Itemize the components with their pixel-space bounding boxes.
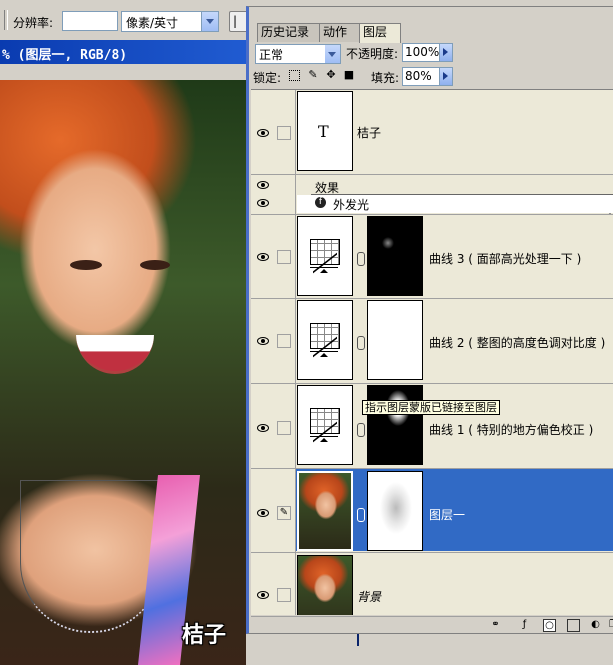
blend-mode-select[interactable]: 正常 bbox=[255, 44, 341, 64]
curves-icon bbox=[310, 323, 340, 349]
tab-history[interactable]: 历史记录 bbox=[257, 23, 321, 42]
row-divider bbox=[251, 383, 613, 384]
brush-lock-icon[interactable]: ✎ bbox=[307, 69, 319, 81]
effect-icon: f bbox=[315, 197, 326, 208]
eye-icon[interactable] bbox=[256, 336, 270, 346]
layer-name: 曲线 2 ( 整图的高度色调对比度 ) bbox=[429, 336, 606, 350]
text-layer-glyph: T bbox=[318, 122, 329, 141]
curves-base-icon bbox=[310, 436, 338, 443]
curves-adjustment-thumbnail bbox=[297, 300, 353, 380]
eye-icon[interactable] bbox=[256, 508, 270, 518]
layer-mask-thumbnail[interactable] bbox=[367, 300, 423, 380]
photo-smile bbox=[76, 335, 154, 374]
curves-adjustment-thumbnail bbox=[297, 385, 353, 465]
fill-value: 80% bbox=[405, 69, 432, 83]
opacity-label: 不透明度: bbox=[346, 47, 399, 61]
layer-name: 背景 bbox=[357, 590, 382, 604]
layer-name: 曲线 3 ( 面部高光处理一下 ) bbox=[429, 252, 582, 266]
row-divider bbox=[251, 214, 613, 215]
link-toggle[interactable] bbox=[277, 588, 291, 602]
curves-adjustment-thumbnail bbox=[297, 216, 353, 296]
new-layer-icon[interactable]: ❐ bbox=[608, 619, 613, 630]
tab-actions-label: 动作 bbox=[323, 25, 348, 39]
layers-panel: 历史记录 动作 图层 正常 不透明度: 100% 锁定: ✎ ✥ ■ 填充: 8… bbox=[246, 6, 613, 634]
row-divider bbox=[251, 552, 613, 553]
chevron-down-icon bbox=[325, 45, 340, 63]
link-toggle[interactable] bbox=[277, 334, 291, 348]
photo-caption-text: 桔子 bbox=[182, 623, 227, 648]
tab-layers[interactable]: 图层 bbox=[359, 23, 401, 43]
tooltip: 指示图层蒙版已链接至图层 bbox=[362, 400, 500, 415]
photo-eye-right bbox=[140, 260, 170, 270]
row-divider bbox=[251, 298, 613, 299]
row-divider bbox=[251, 174, 613, 175]
resolution-unit-value: 像素/英寸 bbox=[126, 16, 179, 30]
layers-panel-footer: ⚭ ƒ ○ ◐ ❐ bbox=[251, 616, 613, 633]
opacity-input[interactable]: 100% bbox=[402, 43, 440, 62]
link-toggle[interactable] bbox=[277, 126, 291, 140]
padlock-icon[interactable]: ■ bbox=[343, 69, 355, 81]
opacity-slider-button[interactable] bbox=[439, 43, 453, 62]
photo-necklace bbox=[20, 480, 162, 633]
fill-label: 填充: bbox=[371, 71, 400, 85]
layer-one-thumbnail bbox=[297, 471, 353, 551]
effect-row-outer-glow[interactable]: f 外发光 bbox=[297, 195, 613, 213]
link-layers-icon[interactable]: ⚭ bbox=[490, 619, 501, 630]
opacity-value: 100% bbox=[405, 45, 440, 59]
resolution-label: 分辨率: bbox=[13, 16, 54, 30]
toolbar-separator bbox=[4, 10, 8, 30]
blend-mode-value: 正常 bbox=[259, 48, 284, 62]
mask-link-icon[interactable] bbox=[357, 336, 365, 350]
resolution-input[interactable] bbox=[62, 11, 118, 31]
fill-input[interactable]: 80% bbox=[402, 67, 440, 86]
curves-base-icon bbox=[310, 267, 338, 274]
move-lock-icon[interactable]: ✥ bbox=[325, 69, 337, 81]
mask-link-icon[interactable] bbox=[357, 508, 365, 522]
mask-link-icon[interactable] bbox=[357, 423, 365, 437]
new-group-icon[interactable] bbox=[567, 619, 580, 632]
layer-name: 桔子 bbox=[357, 126, 382, 140]
adjustment-layer-icon[interactable]: ◐ bbox=[590, 619, 601, 630]
chevron-down-icon bbox=[201, 12, 218, 31]
curves-icon bbox=[310, 239, 340, 265]
background-thumbnail bbox=[297, 555, 353, 615]
mask-link-icon[interactable] bbox=[357, 252, 365, 266]
layer-name: 图层一 bbox=[429, 508, 466, 522]
tab-layers-label: 图层 bbox=[363, 25, 388, 39]
photo-eye-left bbox=[70, 260, 102, 270]
layer-mask-thumbnail[interactable] bbox=[367, 216, 423, 296]
link-toggle[interactable] bbox=[277, 421, 291, 435]
layer-style-icon[interactable]: ƒ bbox=[519, 619, 530, 630]
layer-mask-thumbnail[interactable] bbox=[367, 385, 423, 465]
brush-icon[interactable]: ✎ bbox=[277, 506, 291, 520]
lock-label: 锁定: bbox=[253, 71, 282, 85]
eye-icon[interactable] bbox=[256, 128, 270, 138]
effect-name: 外发光 bbox=[333, 198, 370, 212]
eye-icon[interactable] bbox=[256, 180, 270, 190]
eye-icon[interactable] bbox=[256, 198, 270, 208]
tab-history-label: 历史记录 bbox=[261, 25, 310, 39]
text-layer-thumbnail: T bbox=[297, 91, 353, 171]
fill-slider-button[interactable] bbox=[439, 67, 453, 86]
transparency-lock-icon[interactable] bbox=[289, 70, 300, 81]
layer-mask-thumbnail[interactable] bbox=[367, 471, 423, 551]
tab-actions[interactable]: 动作 bbox=[319, 23, 361, 42]
resolution-unit-select[interactable]: 像素/英寸 bbox=[121, 11, 219, 32]
layer-name: 曲线 1 ( 特别的地方偏色校正 ) bbox=[429, 423, 594, 437]
front-image-button-label: | bbox=[233, 14, 238, 28]
layers-list: T 桔子 效果 f 外发光 曲线 3 ( 面部高光处理一下 ) 曲线 2 (整… bbox=[251, 89, 613, 615]
eye-icon[interactable] bbox=[256, 590, 270, 600]
document-title: % (图层一, RGB/8) bbox=[2, 48, 128, 63]
add-mask-icon[interactable]: ○ bbox=[543, 619, 556, 632]
eye-icon[interactable] bbox=[256, 423, 270, 433]
link-toggle[interactable] bbox=[277, 250, 291, 264]
curves-base-icon bbox=[310, 351, 338, 358]
curves-icon bbox=[310, 408, 340, 434]
eye-icon[interactable] bbox=[256, 252, 270, 262]
document-canvas[interactable]: 桔子 bbox=[0, 80, 246, 665]
